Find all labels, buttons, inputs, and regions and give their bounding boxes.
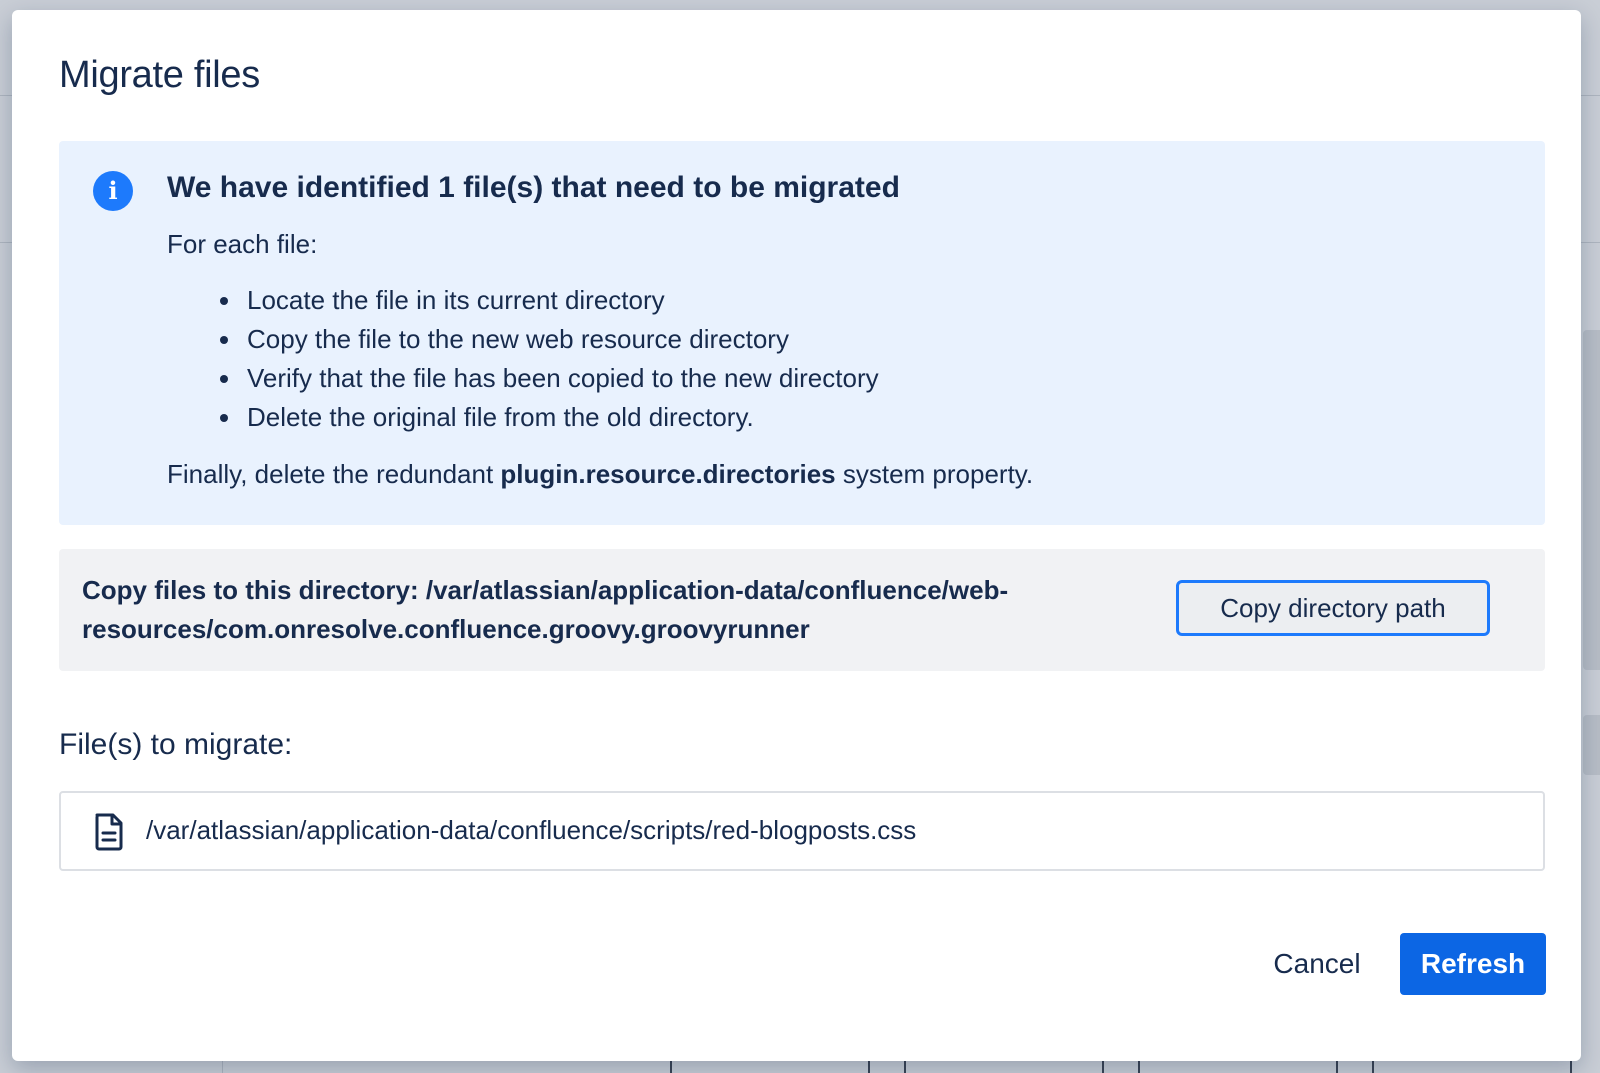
modal-backdrop[interactable]: Migrate files i We have identified 1 fil… — [0, 0, 1600, 1073]
background-panel — [1583, 715, 1600, 775]
target-directory-section: Copy files to this directory: /var/atlas… — [59, 549, 1545, 671]
migration-steps-list: Locate the file in its current directory… — [167, 281, 879, 437]
cancel-button[interactable]: Cancel — [1249, 933, 1385, 995]
info-heading: We have identified 1 file(s) that need t… — [167, 171, 900, 204]
file-path: /var/atlassian/application-data/confluen… — [146, 815, 917, 845]
copy-directory-path-button[interactable]: Copy directory path — [1176, 580, 1490, 636]
final-text-prefix: Finally, delete the redundant — [167, 459, 501, 489]
document-icon — [95, 813, 123, 851]
list-item: Verify that the file has been copied to … — [243, 359, 879, 398]
background-panel — [1583, 330, 1600, 670]
file-list-item: /var/atlassian/application-data/confluen… — [59, 791, 1545, 871]
info-icon: i — [93, 171, 133, 211]
final-text-suffix: system property. — [835, 459, 1034, 489]
list-item: Locate the file in its current directory — [243, 281, 879, 320]
target-directory-text: Copy files to this directory: /var/atlas… — [82, 571, 1142, 649]
dialog-title: Migrate files — [59, 54, 260, 96]
list-item: Copy the file to the new web resource di… — [243, 320, 879, 359]
refresh-button[interactable]: Refresh — [1400, 933, 1546, 995]
system-property-name: plugin.resource.directories — [500, 459, 836, 489]
files-to-migrate-label: File(s) to migrate: — [59, 728, 293, 761]
target-directory-label: Copy files to this directory: — [82, 575, 419, 605]
list-item: Delete the original file from the old di… — [243, 398, 879, 437]
migrate-files-dialog: Migrate files i We have identified 1 fil… — [12, 10, 1581, 1061]
info-section-message: i We have identified 1 file(s) that need… — [59, 141, 1545, 525]
info-final-text: Finally, delete the redundant plugin.res… — [167, 459, 1033, 490]
info-intro-text: For each file: — [167, 229, 318, 259]
